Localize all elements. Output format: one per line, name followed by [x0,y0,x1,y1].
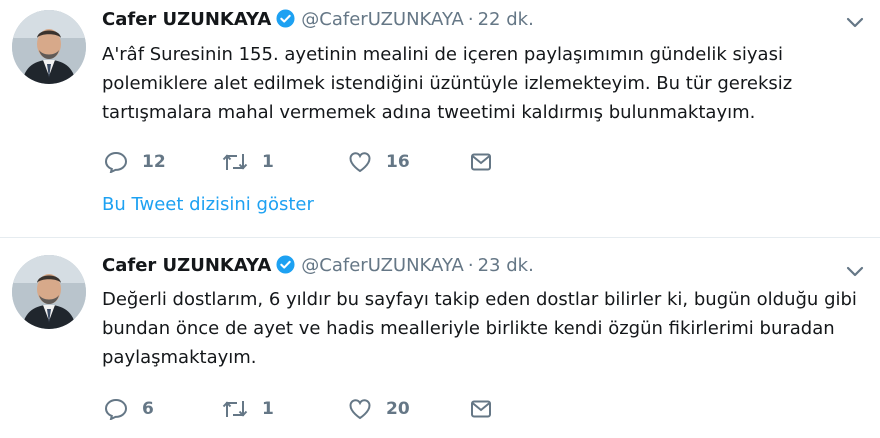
direct-message-button[interactable] [470,394,492,424]
timestamp[interactable]: 22 dk. [478,9,534,30]
user-handle[interactable]: @CaferUZUNKAYA [301,9,464,30]
reply-count: 12 [142,152,166,172]
separator: · [467,255,474,276]
like-icon [348,398,372,420]
verified-badge-icon [276,255,295,282]
user-handle[interactable]: @CaferUZUNKAYA [301,255,464,276]
verified-badge-icon [276,9,295,36]
like-count: 20 [386,399,410,419]
tweet-text: A'râf Suresinin 155. ayetinin mealini de… [102,44,793,123]
like-icon [348,151,372,173]
display-name[interactable]: Cafer UZUNKAYA [102,9,271,30]
retweet-icon [222,151,248,173]
chevron-down-icon[interactable] [846,263,864,277]
retweet-count: 1 [262,399,274,419]
like-count: 16 [386,152,410,172]
profile-photo [12,255,86,329]
retweet-button[interactable]: 1 [222,147,274,177]
avatar[interactable] [12,255,86,329]
like-button[interactable]: 20 [348,394,410,424]
tweet-actions: 12 1 16 [102,147,522,177]
tweet-header: Cafer UZUNKAYA @CaferUZUNKAYA · 22 dk. [102,7,534,33]
retweet-button[interactable]: 1 [222,394,274,424]
retweet-icon [222,398,248,420]
reply-button[interactable]: 6 [104,394,154,424]
reply-icon [104,398,128,420]
display-name[interactable]: Cafer UZUNKAYA [102,255,271,276]
direct-message-icon [470,399,492,419]
tweet-text: Değerli dostlarım, 6 yıldır bu sayfayı t… [102,289,857,368]
tweet-header: Cafer UZUNKAYA @CaferUZUNKAYA · 23 dk. [102,253,534,279]
direct-message-icon [470,152,492,172]
show-thread-link[interactable]: Bu Tweet dizisini göster [102,194,314,215]
tweet-actions: 6 1 20 [102,394,522,424]
reply-icon [104,151,128,173]
tweet[interactable]: Cafer UZUNKAYA @CaferUZUNKAYA · 22 dk. A'râ… [0,0,880,238]
avatar[interactable] [12,10,86,84]
like-button[interactable]: 16 [348,147,410,177]
separator: · [467,9,474,30]
reply-button[interactable]: 12 [104,147,166,177]
tweet[interactable]: Cafer UZUNKAYA @CaferUZUNKAYA · 23 dk. Değe… [0,238,880,438]
reply-count: 6 [142,399,154,419]
direct-message-button[interactable] [470,147,492,177]
timestamp[interactable]: 23 dk. [478,255,534,276]
chevron-down-icon[interactable] [846,14,864,28]
retweet-count: 1 [262,152,274,172]
profile-photo [12,10,86,84]
